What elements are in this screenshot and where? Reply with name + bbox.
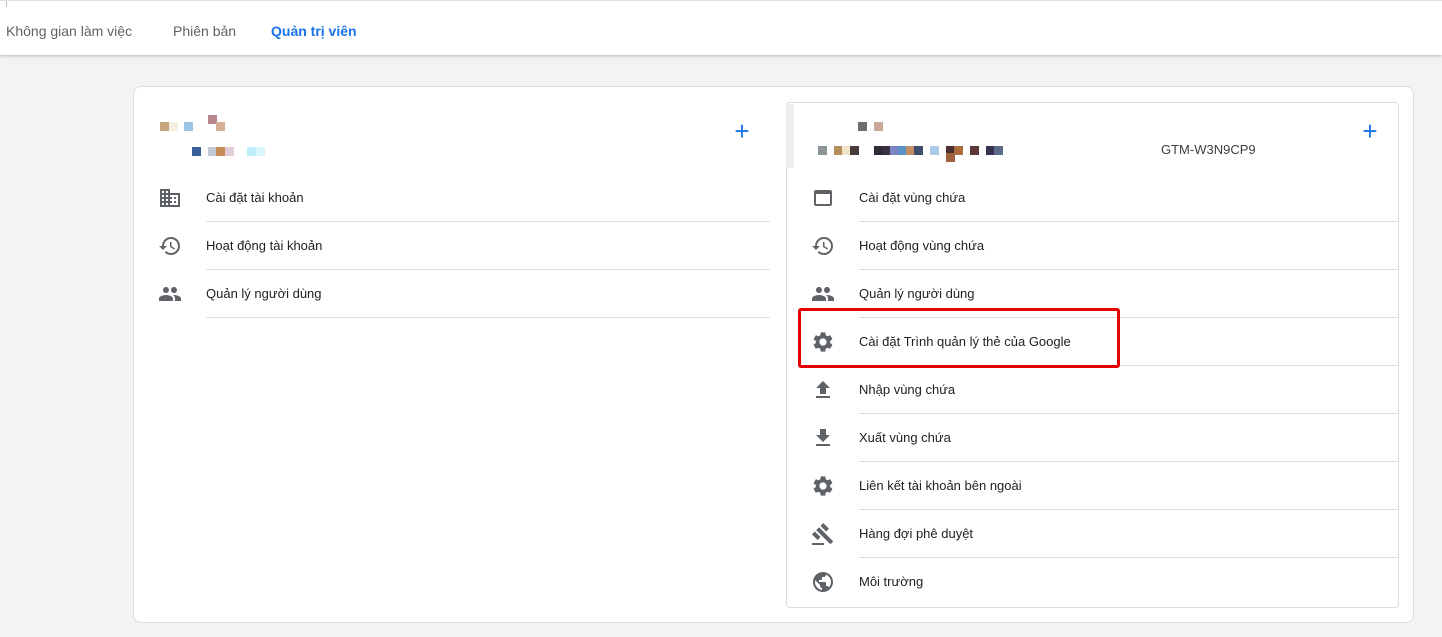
menu-label: Hoạt động tài khoản xyxy=(206,238,323,253)
menu-account-settings[interactable]: Cài đặt tài khoản xyxy=(158,174,770,222)
menu-container-settings[interactable]: Cài đặt vùng chứa xyxy=(811,174,1398,222)
tab-admin[interactable]: Quản trị viên xyxy=(271,23,357,39)
menu-container-activity[interactable]: Hoạt động vùng chứa xyxy=(811,222,1398,270)
menu-label: Môi trường xyxy=(859,574,924,589)
menu-label: Hoạt động vùng chứa xyxy=(859,238,985,253)
menu-label: Nhập vùng chứa xyxy=(859,382,956,397)
menu-label: Cài đặt vùng chứa xyxy=(859,190,966,205)
domain-icon xyxy=(158,186,182,210)
menu-label: Liên kết tài khoản bên ngoài xyxy=(859,478,1022,493)
menu-external-account-links[interactable]: Liên kết tài khoản bên ngoài xyxy=(811,462,1398,510)
tab-versions[interactable]: Phiên bản xyxy=(173,23,236,39)
menu-label: Quản lý người dùng xyxy=(206,286,322,301)
people-icon xyxy=(158,282,182,306)
menu-export-container[interactable]: Xuất vùng chứa xyxy=(811,414,1398,462)
tab-workspace[interactable]: Không gian làm việc xyxy=(6,23,132,39)
divider xyxy=(206,317,770,318)
gear-icon xyxy=(811,330,835,354)
scroll-strip xyxy=(786,104,794,168)
download-icon xyxy=(811,426,835,450)
gear-icon xyxy=(811,474,835,498)
globe-icon xyxy=(811,570,835,594)
menu-label: Quản lý người dùng xyxy=(859,286,975,301)
menu-label: Cài đặt Trình quản lý thẻ của Google xyxy=(859,334,1071,349)
history-icon xyxy=(158,234,182,258)
web-asset-icon xyxy=(811,186,835,210)
history-icon xyxy=(811,234,835,258)
menu-label: Xuất vùng chứa xyxy=(859,430,951,445)
container-id: GTM-W3N9CP9 xyxy=(1161,142,1256,157)
menu-environments[interactable]: Môi trường xyxy=(811,558,1398,606)
people-icon xyxy=(811,282,835,306)
top-nav-bar: Không gian làm việc Phiên bản Quản trị v… xyxy=(0,0,1442,55)
menu-account-activity[interactable]: Hoạt động tài khoản xyxy=(158,222,770,270)
menu-approval-queue[interactable]: Hàng đợi phê duyệt xyxy=(811,510,1398,558)
menu-account-user-management[interactable]: Quản lý người dùng xyxy=(158,270,770,318)
menu-import-container[interactable]: Nhập vùng chứa xyxy=(811,366,1398,414)
add-account-button[interactable]: + xyxy=(730,118,754,144)
gavel-icon xyxy=(811,522,835,546)
divider xyxy=(6,1,7,7)
menu-label: Cài đặt tài khoản xyxy=(206,190,304,205)
upload-icon xyxy=(811,378,835,402)
add-container-button[interactable]: + xyxy=(1358,118,1382,144)
menu-label: Hàng đợi phê duyệt xyxy=(859,526,974,541)
menu-container-user-management[interactable]: Quản lý người dùng xyxy=(811,270,1398,318)
menu-gtm-settings[interactable]: Cài đặt Trình quản lý thẻ của Google xyxy=(811,318,1398,366)
